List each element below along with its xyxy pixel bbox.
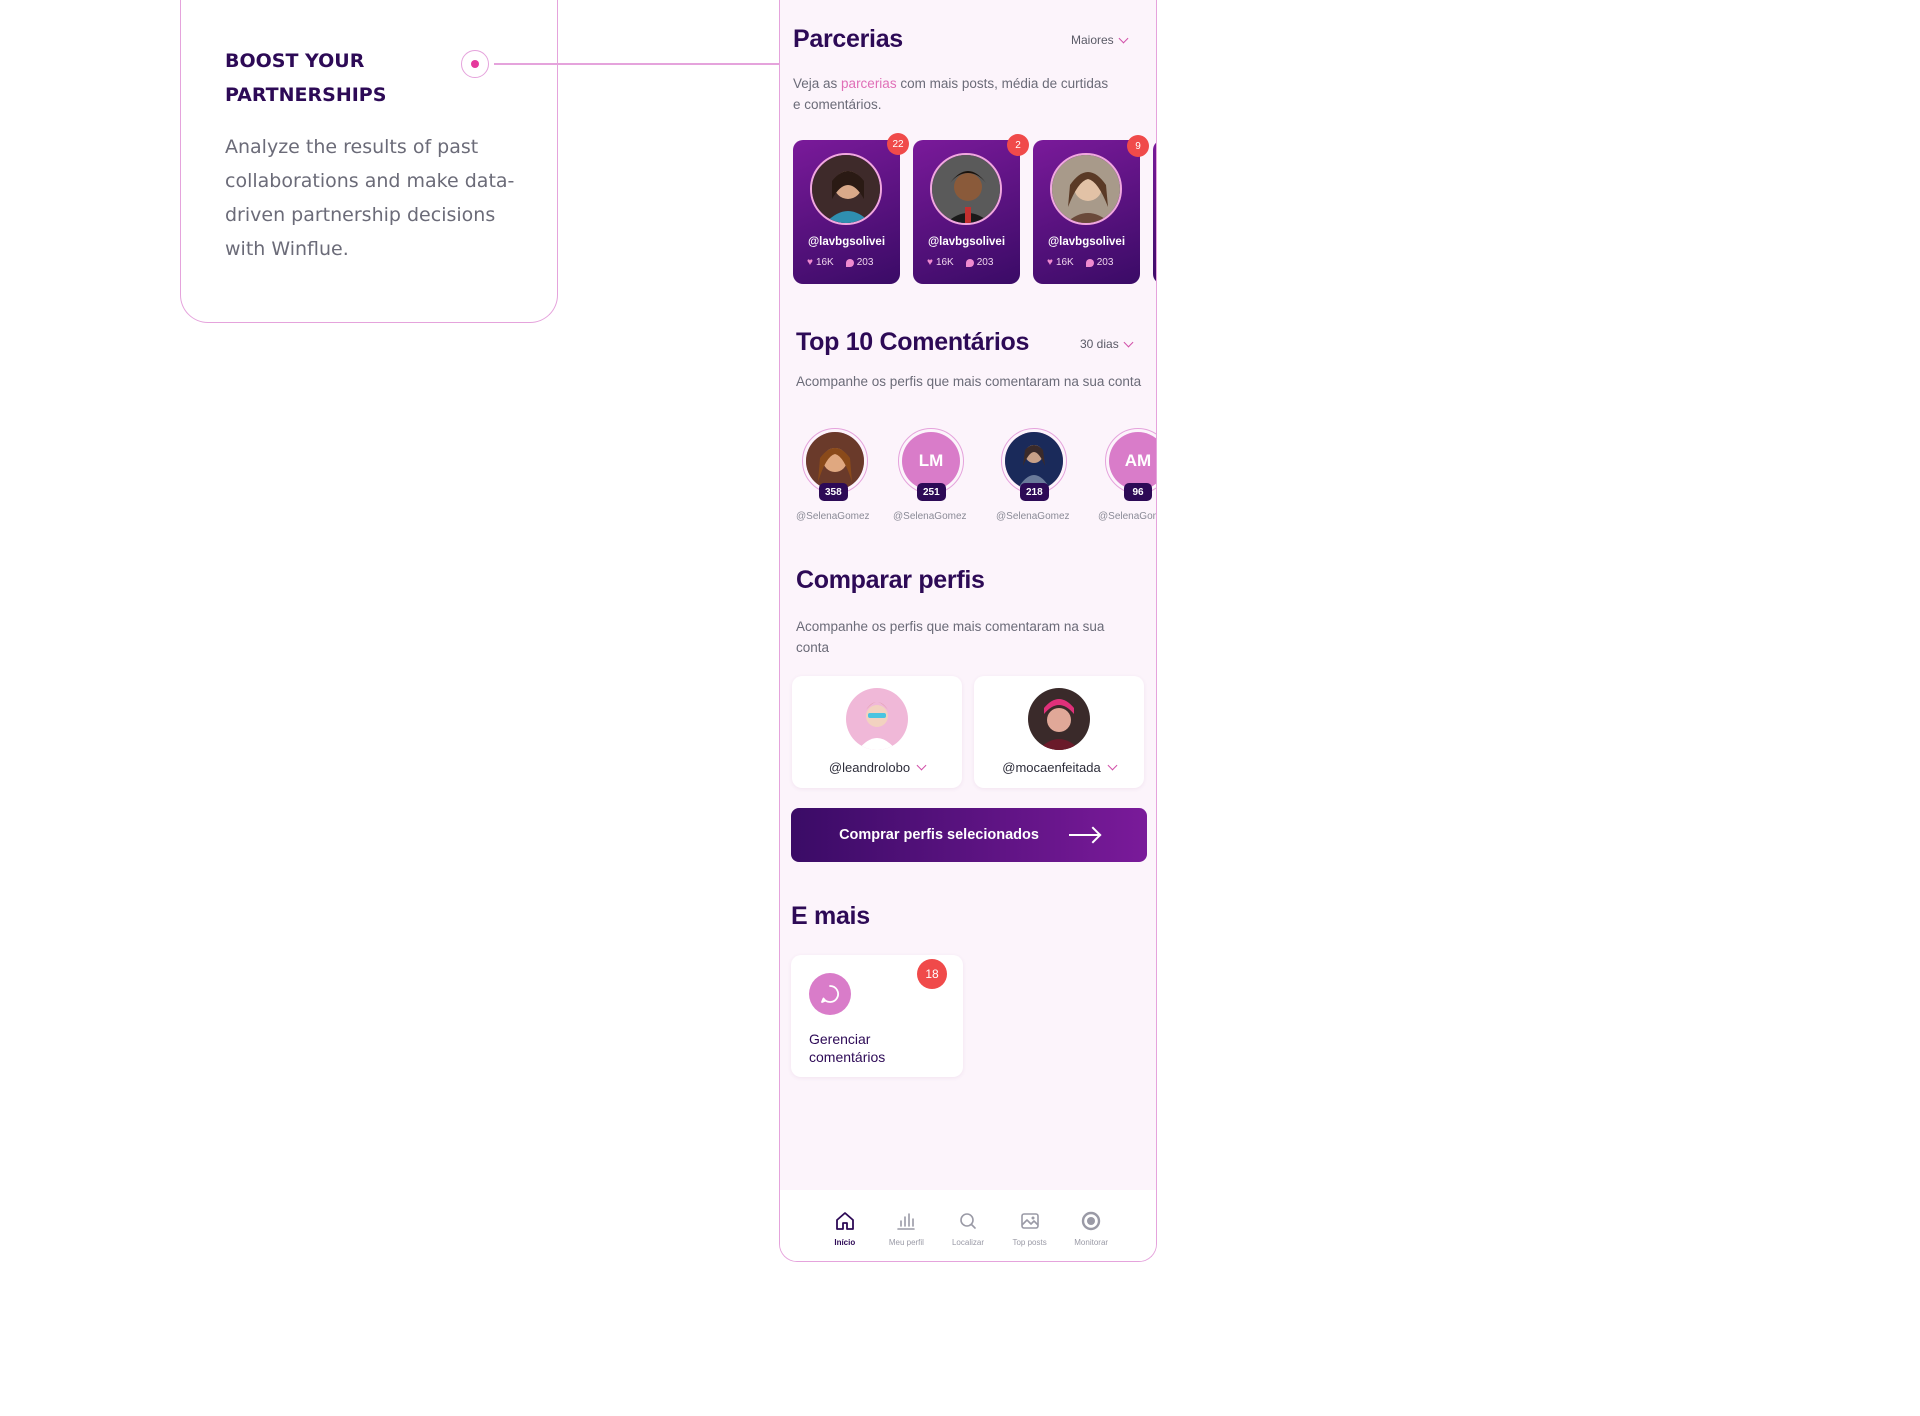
notification-badge: 2: [1007, 134, 1029, 156]
manage-comments-label: Gerenciar comentários: [809, 1031, 886, 1065]
nav-item-top-posts[interactable]: Top posts: [1000, 1190, 1060, 1261]
chevron-down-icon: [1118, 33, 1129, 43]
top-comments-title: Top 10 Comentários: [796, 328, 1030, 356]
monitor-icon: [1081, 1211, 1101, 1231]
phone-screen: Parcerias Maiores Veja as parcerias com …: [779, 0, 1157, 1262]
likes-count: 16K: [815, 257, 834, 268]
partnerships-filter-label: Maiores: [1071, 33, 1114, 47]
likes-count: 16K: [1055, 257, 1074, 268]
search-icon: [960, 1213, 976, 1229]
top-comments-filter-label: 30 dias: [1080, 337, 1119, 351]
nav-item-localizar[interactable]: Localizar: [938, 1190, 998, 1261]
chevron-down-icon: [916, 760, 927, 771]
image-icon: [1020, 1213, 1039, 1229]
chevron-down-icon: [1123, 337, 1134, 347]
comment-icon: [965, 258, 974, 267]
arrow-right-icon: [1068, 834, 1099, 836]
callout-connector-line: [494, 63, 800, 65]
nav-label: Meu perfil: [888, 1238, 924, 1247]
notification-badge: 22: [887, 133, 909, 155]
avatar-initials: AM: [1109, 432, 1156, 490]
avatar-initials: LM: [902, 432, 960, 490]
avatar: [810, 153, 882, 225]
callout-title: BOOST YOUR PARTNERSHIPS: [225, 50, 387, 106]
top-comments-subtitle: Acompanhe os perfis que mais comentaram …: [796, 374, 1142, 389]
commenter-handle: @SelenaGomez: [893, 511, 967, 522]
partnership-card[interactable]: @lavbgsolivei ♥ 16K 203: [1033, 140, 1140, 284]
nav-label: Monitorar: [1074, 1238, 1109, 1247]
chevron-down-icon: [1107, 760, 1118, 771]
top-comments-filter-dropdown[interactable]: 30 dias: [1080, 337, 1134, 351]
more-title: E mais: [791, 902, 870, 930]
notification-badge: 18: [917, 959, 947, 989]
nav-item-meu-perfil[interactable]: Meu perfil: [876, 1190, 936, 1261]
comment-count-badge: 218: [1020, 483, 1049, 501]
compare-profile-handle: @leandrolobo: [828, 760, 911, 775]
compare-profile-card[interactable]: @leandrolobo: [792, 676, 962, 788]
comment-icon: [1085, 258, 1094, 267]
partnership-handle: @lavbgsolivei: [927, 236, 1006, 248]
partnership-handle: @lavbgsolivei: [807, 236, 886, 248]
partnership-handle: @lavbgsolivei: [1047, 236, 1126, 248]
home-icon: [835, 1212, 854, 1230]
avatar: [1028, 688, 1090, 750]
nav-item-monitorar[interactable]: Monitorar: [1061, 1190, 1121, 1261]
nav-label: Top posts: [1012, 1238, 1047, 1247]
avatar: [846, 688, 908, 750]
compare-profile-card[interactable]: @mocaenfeitada: [974, 676, 1144, 788]
comments-count: 203: [856, 257, 874, 268]
feature-callout-card: BOOST YOUR PARTNERSHIPS Analyze the resu…: [180, 0, 558, 323]
bar-chart-icon: [897, 1213, 916, 1230]
partnerships-title: Parcerias: [793, 25, 903, 53]
compare-profile-handle: @mocaenfeitada: [1002, 760, 1101, 775]
partnership-stats: ♥ 16K 203: [927, 257, 993, 268]
chat-bubble-icon: [809, 973, 851, 1015]
heart-icon: ♥: [927, 257, 933, 268]
commenter-handle: @SelenaGomez: [796, 511, 870, 522]
partnership-stats: ♥ 16K 203: [1047, 257, 1113, 268]
partnerships-subtitle: Veja as parcerias com mais posts, média …: [793, 73, 1113, 115]
partnerships-link[interactable]: parcerias: [841, 76, 897, 91]
compare-profiles-button-label: Comprar perfis selecionados: [839, 827, 1039, 843]
comment-count-badge: 251: [917, 483, 946, 501]
comment-icon: [845, 258, 854, 267]
partnerships-filter-dropdown[interactable]: Maiores: [1071, 33, 1129, 47]
partnership-card[interactable]: @lavbgsolivei ♥ 16K 203: [793, 140, 900, 284]
nav-label: Localizar: [951, 1238, 984, 1247]
heart-icon: ♥: [1047, 257, 1053, 268]
nav-label: Início: [834, 1238, 856, 1247]
likes-count: 16K: [935, 257, 954, 268]
nav-item-inicio[interactable]: Início: [815, 1190, 875, 1261]
commenter-handle: @SelenaGomez: [996, 511, 1070, 522]
heart-icon: ♥: [807, 257, 813, 268]
page: BOOST YOUR PARTNERSHIPS Analyze the resu…: [0, 0, 1920, 1416]
partnerships-subtitle-text: Veja as: [793, 76, 842, 91]
callout-body: Analyze the results of past collaboratio…: [225, 136, 515, 260]
comments-count: 203: [976, 257, 994, 268]
commenter-handle: @SelenaGomez: [1098, 511, 1156, 522]
notification-badge: 9: [1127, 135, 1149, 157]
comments-count: 203: [1096, 257, 1114, 268]
compare-title: Comparar perfis: [796, 566, 985, 594]
compare-profile-select[interactable]: @leandrolobo: [792, 760, 962, 775]
comment-count-badge: 96: [1124, 483, 1152, 501]
avatar: [930, 153, 1002, 225]
partnership-card[interactable]: @lavbgsolivei ♥ 16K 203: [913, 140, 1020, 284]
compare-profiles-button[interactable]: Comprar perfis selecionados: [791, 808, 1147, 862]
compare-profile-select[interactable]: @mocaenfeitada: [974, 760, 1144, 775]
avatar: [1050, 153, 1122, 225]
comment-count-badge: 358: [819, 483, 848, 501]
callout-connector-dot: [461, 50, 489, 78]
compare-subtitle: Acompanhe os perfis que mais comentaram …: [796, 619, 1105, 655]
bottom-navigation: Início Meu perfil Localizar Top posts Mo…: [780, 1190, 1156, 1261]
partnership-stats: ♥ 16K 203: [807, 257, 873, 268]
partnership-card-peek[interactable]: [1153, 140, 1156, 284]
